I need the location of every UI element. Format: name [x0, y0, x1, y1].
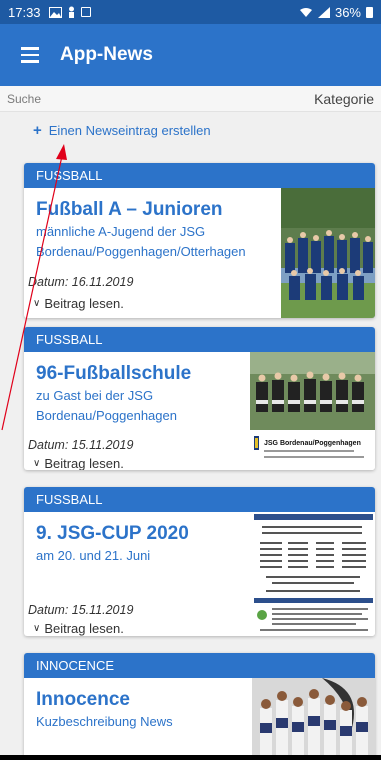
card-category: FUSSBALL [24, 487, 375, 512]
app-title: App-News [60, 44, 153, 65]
status-bar: 17:33 36% [0, 0, 381, 24]
card-subtitle: Kuzbeschreibung News [36, 714, 173, 729]
filter-bar: Suche Kategorie [0, 86, 381, 112]
app-bar: App-News [0, 24, 381, 86]
wifi-icon [299, 7, 312, 17]
card-title: Innocence [36, 689, 130, 710]
card-category: FUSSBALL [24, 163, 375, 188]
card-date: Datum: 15.11.2019 [28, 438, 134, 452]
news-card[interactable]: FUSSBALL 96-Fußballschule zu Gast bei de… [24, 327, 375, 470]
read-more-link[interactable]: ∨ Beitrag lesen. [33, 621, 124, 636]
tournament-schedule-image [252, 512, 375, 636]
card-date: Datum: 16.11.2019 [28, 275, 134, 289]
notification-icons [48, 6, 91, 18]
news-card[interactable]: INNOCENCE Innocence Kuzbeschreibung News [24, 653, 375, 760]
news-card[interactable]: FUSSBALL 9. JSG-CUP 2020 am 20. und 21. … [24, 487, 375, 636]
card-category: FUSSBALL [24, 327, 375, 352]
chevron-down-icon: ∨ [33, 298, 41, 309]
message-icon [80, 7, 91, 17]
image-caption: JSG Bordenau/Poggenhagen [264, 440, 361, 447]
category-dropdown[interactable]: Kategorie [314, 91, 374, 107]
plus-icon: + [33, 122, 42, 139]
read-more-label: Beitrag lesen. [44, 296, 124, 311]
search-input[interactable]: Suche [7, 92, 41, 106]
card-subtitle: männliche A-Jugend der JSG Bordenau/Pogg… [36, 224, 246, 259]
chevron-down-icon: ∨ [33, 623, 41, 634]
battery-percent: 36% [334, 4, 361, 20]
cheer-group-image [252, 678, 375, 760]
read-more-label: Beitrag lesen. [44, 621, 124, 636]
signal-icon [317, 6, 330, 18]
create-news-link[interactable]: + Einen Newseintrag erstellen [33, 122, 211, 139]
card-title: 9. JSG-CUP 2020 [36, 523, 189, 544]
read-more-link[interactable]: ∨ Beitrag lesen. [33, 456, 124, 470]
card-title: 96-Fußballschule [36, 363, 192, 384]
chevron-down-icon: ∨ [33, 458, 41, 469]
read-more-label: Beitrag lesen. [44, 456, 124, 470]
menu-icon[interactable] [0, 24, 60, 86]
news-card[interactable]: FUSSBALL Fußball A – Junioren männliche … [24, 163, 375, 318]
person-icon [68, 6, 74, 18]
bottom-bar [0, 755, 381, 760]
battery-icon [366, 6, 373, 18]
read-more-link[interactable]: ∨ Beitrag lesen. [33, 296, 124, 311]
card-date: Datum: 15.11.2019 [28, 603, 134, 617]
picture-icon [48, 6, 62, 18]
football-school-image: JSG Bordenau/Poggenhagen [250, 352, 375, 470]
status-time: 17:33 [8, 4, 41, 20]
team-photo-image [281, 188, 375, 318]
card-category: INNOCENCE [24, 653, 375, 678]
create-news-label: Einen Newseintrag erstellen [48, 123, 211, 138]
card-title: Fußball A – Junioren [36, 199, 223, 220]
card-subtitle: am 20. und 21. Juni [36, 548, 151, 563]
card-subtitle: zu Gast bei der JSG Bordenau/Poggenhagen [36, 388, 177, 423]
